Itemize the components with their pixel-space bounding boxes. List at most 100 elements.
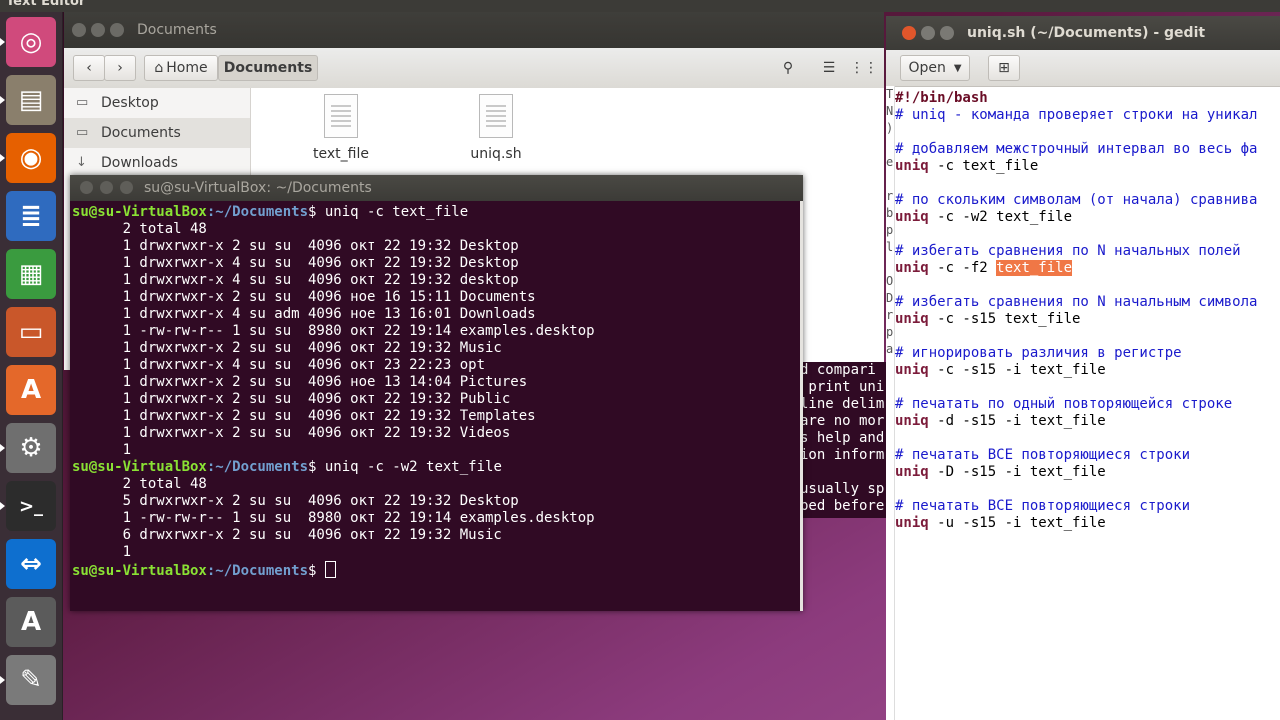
selected-text: text_file	[996, 260, 1073, 276]
comment-text: # избегать сравнения по N начальных поле…	[895, 243, 1241, 259]
code-text: -c -s15 -i text_file	[928, 362, 1106, 378]
output-line: 1 drwxrwxr-x 4 su adm 4096 ноe 13 16:01 …	[72, 306, 536, 322]
code-text: -u -s15 -i text_file	[928, 515, 1106, 531]
launcher-item[interactable]: ▦	[6, 249, 56, 299]
grid-view-button[interactable]: ⋮⋮	[847, 55, 881, 81]
close-window-button[interactable]	[902, 26, 916, 40]
output-line: 2 total 48	[72, 476, 207, 492]
list-view-button[interactable]: ☰	[812, 55, 846, 81]
prompt-line: su@su-VirtualBox:~/Documents$ uniq -c -w…	[72, 459, 595, 476]
code-line: # печатать по одный повторяющейся строке	[895, 396, 1257, 413]
launcher-item[interactable]: ▤	[6, 75, 56, 125]
launcher-item[interactable]: ⇔	[6, 539, 56, 589]
launcher-item[interactable]: ⚙	[6, 423, 56, 473]
manpage-line: print uni	[800, 379, 885, 395]
system-settings-icon: ⚙	[19, 433, 43, 463]
top-panel: Text Editor	[0, 0, 1280, 12]
file-item-text-file[interactable]: text_file	[286, 94, 396, 162]
edge-char	[886, 426, 894, 443]
maximize-window-button[interactable]	[120, 181, 133, 194]
prompt-symbol: $	[308, 563, 325, 579]
output-line: 2 total 48	[72, 221, 207, 237]
comment-text: # печатать по одный повторяющейся строке	[895, 396, 1233, 412]
prompt-symbol: $	[308, 459, 325, 475]
launcher-item[interactable]: ◎	[6, 17, 56, 67]
forward-button[interactable]: ›	[104, 55, 136, 81]
file-manager-icon: ▤	[18, 85, 44, 115]
prompt-line: su@su-VirtualBox:~/Documents$	[72, 561, 595, 580]
launcher-item[interactable]: ◉	[6, 133, 56, 183]
code-text: -D -s15 -i text_file	[928, 464, 1106, 480]
minimize-window-button[interactable]	[921, 26, 935, 40]
manpage-line: line delim	[800, 396, 885, 412]
edge-char	[886, 460, 894, 477]
code-line: uniq -c -w2 text_file	[895, 209, 1257, 226]
edge-char: p	[886, 223, 894, 237]
gedit-titlebar: uniq.sh (~/Documents) - gedit	[886, 16, 1280, 50]
sidebar-item-desktop[interactable]: ▭ Desktop	[64, 88, 250, 118]
terminal-window[interactable]: su@su-VirtualBox: ~/Documents su@su-Virt…	[70, 175, 803, 611]
breadcrumb-home[interactable]: ⌂ Home	[144, 55, 218, 81]
output-line: 1 drwxrwxr-x 2 su su 4096 окт 22 19:32 V…	[72, 425, 511, 441]
launcher-item[interactable]: >_	[6, 481, 56, 531]
breadcrumb-documents[interactable]: Documents	[218, 55, 318, 81]
code-line: uniq -c text_file	[895, 158, 1257, 175]
launcher-item[interactable]: A	[6, 365, 56, 415]
edge-char	[886, 375, 894, 392]
minimize-window-button[interactable]	[91, 23, 105, 37]
keyword-text: uniq	[895, 413, 929, 429]
code-line: # печатать ВСЕ повторяющиеся строки	[895, 447, 1257, 464]
file-manager-toolbar: ‹ › ⌂ Home Documents ⚲ ☰ ⋮⋮	[64, 48, 884, 89]
output-line: 1 drwxrwxr-x 4 su su 4096 окт 22 19:32 d…	[72, 272, 519, 288]
gedit-text-area[interactable]: #!/bin/bash # uniq - команда проверяет ст…	[895, 90, 1257, 532]
edge-char: a	[886, 342, 894, 356]
ubuntu-dash-icon: ◎	[19, 27, 43, 57]
code-line: # добавляем межстрочный интервал во весь…	[895, 141, 1257, 158]
edge-char: r	[886, 189, 894, 203]
maximize-window-button[interactable]	[940, 26, 954, 40]
new-tab-button[interactable]: ⊞	[988, 55, 1020, 81]
edge-char	[886, 171, 894, 188]
prompt-line: su@su-VirtualBox:~/Documents$ uniq -c te…	[72, 204, 595, 221]
sidebar-item-documents[interactable]: ▭ Documents	[64, 118, 250, 148]
close-window-button[interactable]	[72, 23, 86, 37]
manpage-line: are no mor	[800, 413, 885, 429]
prompt-user: su@su-VirtualBox	[72, 459, 207, 475]
comment-text: # добавляем межстрочный интервал во весь…	[895, 141, 1258, 157]
file-item-uniq-sh[interactable]: uniq.sh	[441, 94, 551, 162]
sidebar-item-downloads[interactable]: ↓ Downloads	[64, 148, 250, 178]
output-line: 1 drwxrwxr-x 4 su su 4096 окт 22 19:32 D…	[72, 255, 519, 271]
manpage-line: ion inform	[800, 447, 885, 463]
terminal-scrollbar[interactable]	[800, 201, 803, 611]
launcher-item[interactable]: ✎	[6, 655, 56, 705]
open-button[interactable]: Open ▼	[900, 55, 970, 81]
code-line: uniq -D -s15 -i text_file	[895, 464, 1257, 481]
code-line: # избегать сравнения по N начальных поле…	[895, 243, 1257, 260]
output-line: 1	[72, 442, 132, 458]
dropdown-arrow-icon: ▼	[953, 62, 962, 74]
documents-folder-icon: ▭	[76, 125, 89, 140]
output-line: 1 drwxrwxr-x 2 su su 4096 ноe 16 15:11 D…	[72, 289, 536, 305]
gedit-toolbar: Open ▼ ⊞	[886, 50, 1280, 87]
running-indicator	[0, 38, 5, 46]
output-line: 1 drwxrwxr-x 2 su su 4096 окт 22 19:32 M…	[72, 340, 502, 356]
command-text: uniq -c text_file	[324, 204, 469, 220]
maximize-window-button[interactable]	[110, 23, 124, 37]
output-line: 1 drwxrwxr-x 2 su su 4096 окт 22 19:32 D…	[72, 238, 519, 254]
prompt-path: :~/Documents	[206, 459, 309, 475]
minimize-window-button[interactable]	[100, 181, 113, 194]
back-arrow-icon: ‹	[86, 60, 92, 76]
edge-char	[886, 494, 894, 511]
launcher-item[interactable]: ▭	[6, 307, 56, 357]
launcher-item[interactable]: ≣	[6, 191, 56, 241]
code-text: -c -f2	[928, 260, 997, 276]
back-button[interactable]: ‹	[73, 55, 105, 81]
background-terminal-manpage: d compari print uni line delim are no mor s…	[800, 362, 895, 518]
terminal-output: su@su-VirtualBox:~/Documents$ uniq -c te…	[72, 204, 595, 580]
search-button[interactable]: ⚲	[771, 55, 805, 81]
close-window-button[interactable]	[80, 181, 93, 194]
window-title: Documents	[137, 22, 217, 38]
launcher-item[interactable]: A	[6, 597, 56, 647]
